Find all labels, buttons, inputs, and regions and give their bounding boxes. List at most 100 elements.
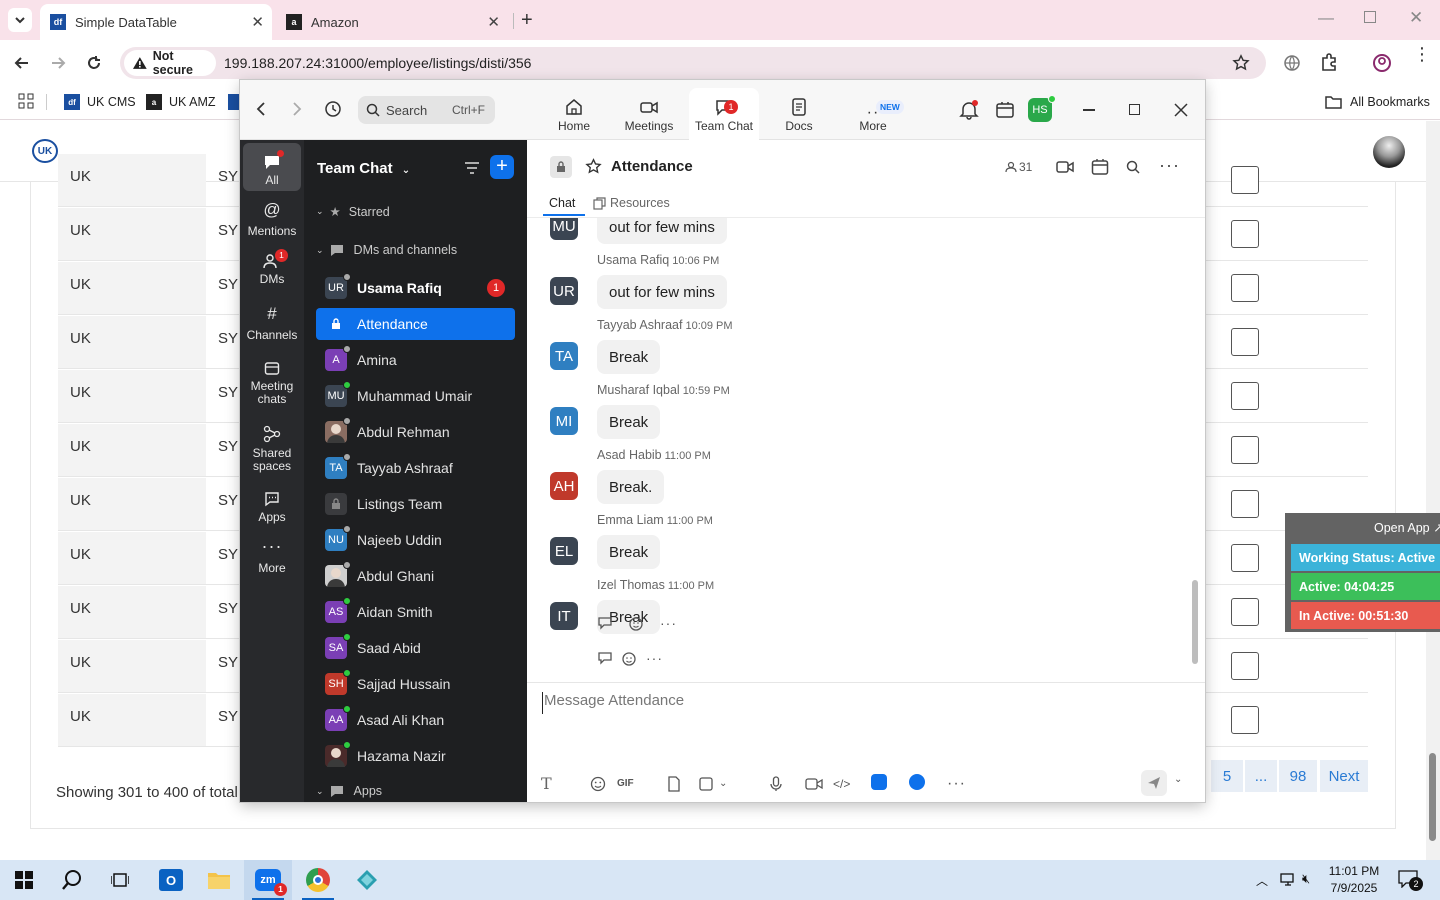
sender-name[interactable]: Tayyab Ashraaf (597, 318, 682, 332)
code-block-icon[interactable]: </> (833, 777, 871, 791)
message-avatar[interactable]: MI (550, 407, 578, 435)
rail-meeting-chats[interactable]: Meeting chats (243, 360, 301, 406)
profile-icon[interactable] (1372, 53, 1392, 73)
extensions-puzzle-icon[interactable] (1320, 53, 1338, 71)
reply-thread-icon[interactable] (597, 616, 613, 630)
more-options-icon[interactable]: ··· (660, 615, 677, 631)
bookmark-uk-cms[interactable]: df UK CMS (64, 92, 136, 112)
nav-meetings[interactable]: Meetings (613, 88, 685, 140)
window-close-icon[interactable]: ✕ (1409, 8, 1423, 28)
chat-scrollbar[interactable] (1191, 218, 1199, 682)
sidebar-chat-item[interactable]: Abdul Ghani (316, 560, 515, 592)
star-icon[interactable] (1232, 54, 1250, 72)
taskbar-search[interactable] (48, 860, 96, 900)
user-avatar[interactable] (1373, 136, 1405, 168)
message-avatar[interactable]: IT (550, 602, 578, 630)
taskbar-file-explorer[interactable] (195, 860, 243, 900)
apps-grid-icon[interactable] (18, 93, 34, 109)
sidebar-chat-item[interactable]: MU Muhammad Umair (316, 380, 515, 412)
gif-icon[interactable]: GIF (617, 778, 655, 789)
task-view-button[interactable] (96, 860, 144, 900)
taskbar-zoom[interactable]: zm 1 (244, 860, 292, 900)
row-checkbox[interactable] (1231, 220, 1259, 248)
url-text[interactable]: 199.188.207.24:31000/employee/listings/d… (224, 55, 531, 71)
chevron-down-icon[interactable]: ⌄ (1174, 774, 1182, 785)
message-avatar[interactable]: MU (550, 218, 578, 240)
scrollbar-thumb[interactable] (1429, 753, 1436, 841)
filter-icon[interactable] (464, 161, 480, 175)
row-checkbox[interactable] (1231, 274, 1259, 302)
sender-name[interactable]: Izel Thomas (597, 578, 665, 592)
message-avatar[interactable]: UR (550, 277, 578, 305)
row-checkbox[interactable] (1231, 598, 1259, 626)
sender-name[interactable]: Asad Habib (597, 448, 662, 462)
apps-section[interactable]: ⌄ Apps (316, 784, 382, 798)
chevron-down-icon[interactable]: ⌄ (719, 778, 757, 789)
row-checkbox[interactable] (1231, 328, 1259, 356)
zoom-app-icon[interactable] (871, 774, 909, 793)
emoji-add-icon[interactable] (629, 616, 644, 631)
new-chat-plus-button[interactable]: + (490, 155, 514, 179)
dms-channels-section[interactable]: ⌄ DMs and channels (316, 243, 457, 257)
tab-simple-datatable[interactable]: df Simple DataTable ✕ (40, 4, 272, 40)
row-checkbox[interactable] (1231, 166, 1259, 194)
video-message-icon[interactable] (795, 777, 833, 791)
nav-team-chat[interactable]: 1 Team Chat (689, 88, 759, 140)
message-avatar[interactable]: AH (550, 472, 578, 500)
page-98-button[interactable]: 98 (1279, 760, 1317, 792)
message-bubble[interactable]: out for few mins (597, 218, 727, 244)
forward-chevron-icon[interactable] (291, 102, 303, 116)
send-button[interactable] (1141, 770, 1167, 796)
network-icon[interactable] (1279, 872, 1297, 888)
more-options-icon[interactable]: ··· (1159, 155, 1180, 176)
rail-more[interactable]: ··· More (243, 537, 301, 575)
member-count[interactable]: 31 (1005, 160, 1032, 174)
nav-docs[interactable]: Docs (763, 88, 835, 140)
nav-home[interactable]: Home (538, 88, 610, 140)
sidebar-chat-item[interactable]: SH Sajjad Hussain (316, 668, 515, 700)
starred-section[interactable]: ⌄ ★ Starred (316, 204, 390, 220)
reload-icon[interactable] (85, 54, 103, 72)
message-avatar[interactable]: EL (550, 537, 578, 565)
star-icon[interactable] (585, 158, 602, 175)
sidebar-chat-item[interactable]: UR Usama Rafiq 1 (316, 272, 515, 304)
microphone-icon[interactable] (757, 775, 795, 792)
zoom-docs-icon[interactable] (909, 774, 947, 793)
tray-chevron-up-icon[interactable]: ︿ (1256, 872, 1268, 889)
tab-search-button[interactable] (8, 8, 32, 32)
maximize-icon[interactable] (1129, 104, 1140, 115)
taskbar-clock[interactable]: 11:01 PM 7/9/2025 (1321, 863, 1387, 897)
row-checkbox[interactable] (1231, 382, 1259, 410)
message-list[interactable]: MU out for few mins UR Usama Rafiq 10:06 PM o… (527, 218, 1205, 682)
emoji-icon[interactable] (579, 776, 617, 792)
text-format-icon[interactable]: T (541, 774, 579, 793)
tab-amazon[interactable]: a Amazon ✕ (276, 4, 508, 40)
row-checkbox[interactable] (1231, 436, 1259, 464)
nav-more[interactable]: ·· NEW More (837, 88, 909, 140)
sidebar-chat-item[interactable]: Attendance (316, 308, 515, 340)
calendar-icon[interactable] (1091, 158, 1109, 176)
row-checkbox[interactable] (1231, 544, 1259, 572)
message-bubble[interactable]: Break (597, 405, 661, 439)
page-scrollbar[interactable] (1426, 121, 1440, 860)
security-chip[interactable]: Not secure (124, 49, 216, 77)
next-page-button[interactable]: Next (1320, 760, 1368, 792)
kebab-menu-icon[interactable]: ⋮ (1413, 45, 1431, 63)
sender-name[interactable]: Emma Liam (597, 513, 664, 527)
message-bubble[interactable]: out for few mins (597, 275, 727, 309)
forward-arrow-icon[interactable] (49, 54, 67, 72)
close-icon[interactable] (1174, 103, 1188, 117)
message-avatar[interactable]: TA (550, 342, 578, 370)
new-tab-plus-icon[interactable]: + (521, 9, 533, 32)
sidebar-chat-item[interactable]: TA Tayyab Ashraaf (316, 452, 515, 484)
zoom-search-input[interactable]: Search Ctrl+F (358, 96, 495, 124)
back-arrow-icon[interactable] (13, 54, 31, 72)
more-options-icon[interactable]: ··· (646, 650, 663, 666)
all-bookmarks[interactable]: All Bookmarks (1325, 92, 1430, 112)
search-icon[interactable] (1126, 160, 1140, 174)
sidebar-chat-item[interactable]: Hazama Nazir (316, 740, 515, 772)
sidebar-chat-item[interactable]: Abdul Rehman (316, 416, 515, 448)
taskbar-app[interactable] (343, 860, 391, 900)
sidebar-chat-item[interactable]: NU Najeeb Uddin (316, 524, 515, 556)
emoji-add-icon[interactable] (622, 651, 637, 666)
